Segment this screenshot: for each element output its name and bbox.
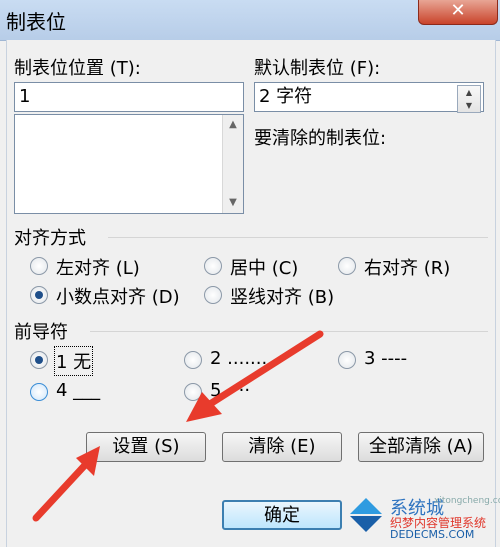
watermark: 系统城 织梦内容管理系统 DEDECMS.COM xitongcheng.com xyxy=(344,494,500,546)
arrow-to-leader-options xyxy=(186,330,324,422)
watermark-line4: xitongcheng.com xyxy=(434,496,500,506)
watermark-logo-icon xyxy=(350,498,382,532)
arrow-to-set-button xyxy=(32,446,100,522)
annotation-arrows xyxy=(32,330,324,522)
watermark-line3: DEDECMS.COM xyxy=(390,528,475,541)
